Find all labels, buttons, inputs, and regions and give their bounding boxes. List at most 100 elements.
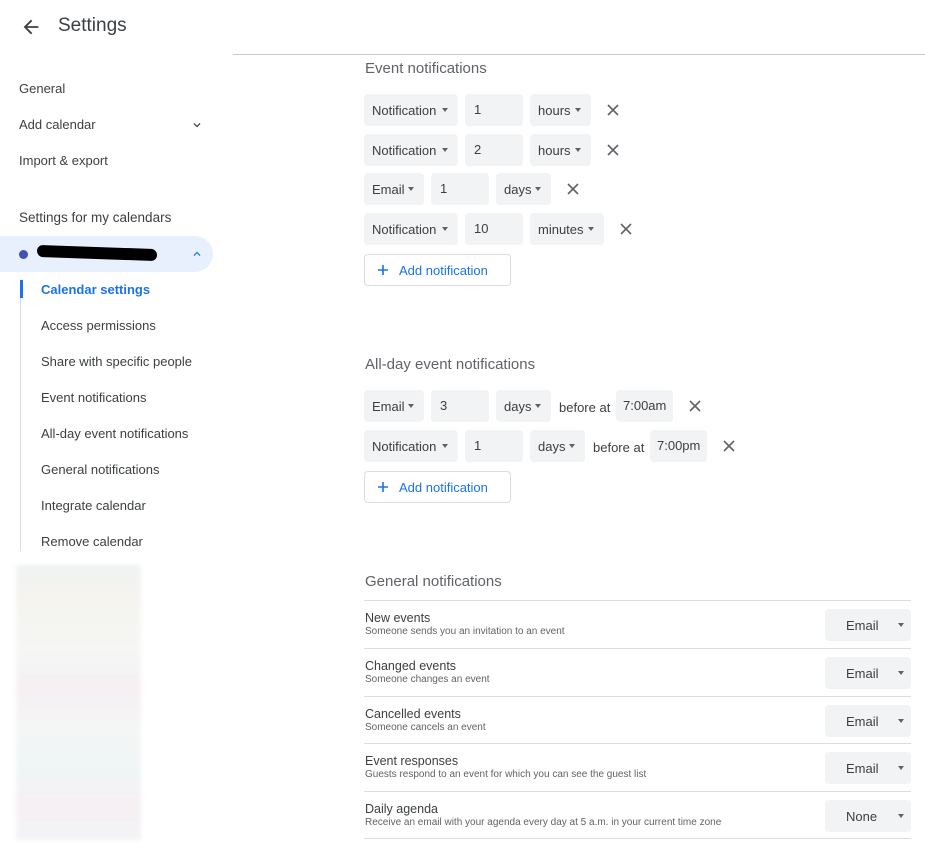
sidebar-item-event-notifications[interactable]: Event notifications bbox=[41, 390, 147, 405]
general-notification-select[interactable]: Email bbox=[825, 752, 911, 784]
dropdown-caret-icon bbox=[408, 187, 414, 191]
general-notification-select[interactable]: Email bbox=[825, 705, 911, 737]
sidebar-item-calendar-settings[interactable]: Calendar settings bbox=[41, 282, 150, 297]
notification-unit-select[interactable]: minutes bbox=[530, 213, 604, 245]
sidebar-item-integrate-calendar[interactable]: Integrate calendar bbox=[41, 498, 146, 513]
general-notification-row: Event responses Guests respond to an eve… bbox=[364, 743, 911, 791]
sub-nav-rail bbox=[20, 279, 21, 551]
dropdown-caret-icon bbox=[442, 444, 448, 448]
add-event-notification-button[interactable]: Add notification bbox=[364, 254, 511, 286]
event-notifications-title: Event notifications bbox=[365, 60, 487, 77]
sidebar-section-title: Settings for my calendars bbox=[19, 210, 172, 225]
sidebar-item-import-export[interactable]: Import & export bbox=[19, 153, 108, 168]
remove-notification-icon[interactable] bbox=[606, 103, 620, 117]
notification-unit-select[interactable]: hours bbox=[530, 94, 591, 126]
sidebar-item-add-calendar[interactable]: Add calendar bbox=[19, 117, 96, 132]
notification-amount-input[interactable]: 1 bbox=[431, 173, 489, 205]
dropdown-caret-icon bbox=[575, 148, 581, 152]
page-title: Settings bbox=[58, 15, 127, 36]
general-notification-title: Changed events bbox=[365, 659, 457, 673]
general-notification-desc: Someone sends you an invitation to an ev… bbox=[365, 626, 565, 637]
notification-amount-input[interactable]: 10 bbox=[465, 213, 523, 245]
general-notification-value: Email bbox=[846, 714, 879, 729]
notification-type-value: Notification bbox=[372, 143, 437, 158]
dropdown-caret-icon bbox=[442, 108, 448, 112]
general-notifications-bottom-divider bbox=[364, 838, 911, 839]
add-allday-notification-button[interactable]: Add notification bbox=[364, 471, 511, 503]
sidebar-item-general-notifications[interactable]: General notifications bbox=[41, 462, 160, 477]
general-notification-select[interactable]: Email bbox=[825, 609, 911, 641]
allday-notifications-title: All-day event notifications bbox=[365, 356, 536, 373]
notification-unit-select[interactable]: hours bbox=[530, 134, 591, 166]
dropdown-caret-icon bbox=[898, 719, 904, 723]
header-divider bbox=[233, 54, 925, 55]
general-notification-desc: Someone changes an event bbox=[365, 674, 490, 685]
calendar-color-dot bbox=[19, 250, 28, 259]
notification-type-select[interactable]: Notification bbox=[364, 213, 458, 245]
remove-notification-icon[interactable] bbox=[722, 439, 736, 453]
general-notification-value: Email bbox=[846, 666, 879, 681]
dropdown-caret-icon bbox=[588, 227, 594, 231]
sidebar-item-general[interactable]: General bbox=[19, 81, 65, 96]
remove-notification-icon[interactable] bbox=[566, 182, 580, 196]
notification-unit-select[interactable]: days bbox=[496, 173, 551, 205]
notification-type-value: Notification bbox=[372, 103, 437, 118]
allday-amount-input[interactable]: 3 bbox=[431, 390, 489, 422]
notification-type-select[interactable]: Notification bbox=[364, 94, 458, 126]
dropdown-caret-icon bbox=[442, 148, 448, 152]
dropdown-caret-icon bbox=[408, 404, 414, 408]
notification-type-select[interactable]: Notification bbox=[364, 134, 458, 166]
chevron-down-icon[interactable] bbox=[190, 118, 204, 132]
notification-amount-input[interactable]: 1 bbox=[465, 94, 523, 126]
redacted-calendar-name bbox=[37, 244, 157, 262]
before-at-label: before at bbox=[593, 440, 645, 455]
dropdown-caret-icon bbox=[535, 187, 541, 191]
general-notification-desc: Someone cancels an event bbox=[365, 722, 486, 733]
dropdown-caret-icon bbox=[898, 671, 904, 675]
sidebar-item-allday-notifications[interactable]: All-day event notifications bbox=[41, 426, 188, 441]
allday-time-input[interactable]: 7:00pm bbox=[650, 430, 707, 462]
blurred-calendar-list bbox=[16, 565, 141, 840]
allday-type-select[interactable]: Email bbox=[364, 390, 424, 422]
allday-time-input[interactable]: 7:00am bbox=[616, 390, 673, 422]
general-notification-desc: Guests respond to an event for which you… bbox=[365, 769, 647, 780]
remove-notification-icon[interactable] bbox=[606, 143, 620, 157]
notification-unit-value: days bbox=[504, 182, 532, 197]
allday-amount-input[interactable]: 1 bbox=[465, 430, 523, 462]
allday-unit-select[interactable]: days bbox=[530, 430, 585, 462]
dropdown-caret-icon bbox=[442, 227, 448, 231]
general-notification-row: Daily agenda Receive an email with your … bbox=[364, 791, 911, 839]
general-notifications-title: General notifications bbox=[365, 573, 502, 590]
dropdown-caret-icon bbox=[535, 404, 541, 408]
general-notification-value: Email bbox=[846, 761, 879, 776]
general-notification-select[interactable]: Email bbox=[825, 657, 911, 689]
allday-unit-select[interactable]: days bbox=[496, 390, 551, 422]
allday-unit-value: days bbox=[504, 399, 532, 414]
allday-type-value: Notification bbox=[372, 439, 437, 454]
remove-notification-icon[interactable] bbox=[619, 222, 633, 236]
notification-amount-input[interactable]: 2 bbox=[465, 134, 523, 166]
notification-unit-value: hours bbox=[538, 103, 571, 118]
sidebar-item-access-permissions[interactable]: Access permissions bbox=[41, 318, 156, 333]
plus-icon bbox=[378, 265, 388, 275]
general-notification-desc: Receive an email with your agenda every … bbox=[365, 817, 722, 828]
add-notification-label: Add notification bbox=[399, 480, 488, 495]
back-arrow-icon[interactable] bbox=[20, 16, 42, 38]
notification-unit-value: minutes bbox=[538, 222, 584, 237]
notification-type-value: Notification bbox=[372, 222, 437, 237]
sidebar-item-share-specific-people[interactable]: Share with specific people bbox=[41, 354, 192, 369]
general-notification-select[interactable]: None bbox=[825, 800, 911, 832]
sidebar-item-remove-calendar[interactable]: Remove calendar bbox=[41, 534, 143, 549]
allday-type-select[interactable]: Notification bbox=[364, 430, 458, 462]
allday-unit-value: days bbox=[538, 439, 566, 454]
general-notification-value: None bbox=[846, 809, 878, 824]
remove-notification-icon[interactable] bbox=[688, 399, 702, 413]
chevron-up-icon[interactable] bbox=[190, 247, 204, 261]
dropdown-caret-icon bbox=[575, 108, 581, 112]
top-bar: Settings bbox=[0, 0, 925, 54]
notification-unit-value: hours bbox=[538, 143, 571, 158]
sidebar-calendar-entry[interactable] bbox=[0, 236, 213, 272]
notification-type-select[interactable]: Email bbox=[364, 173, 424, 205]
before-at-label: before at bbox=[559, 400, 611, 415]
dropdown-caret-icon bbox=[898, 814, 904, 818]
